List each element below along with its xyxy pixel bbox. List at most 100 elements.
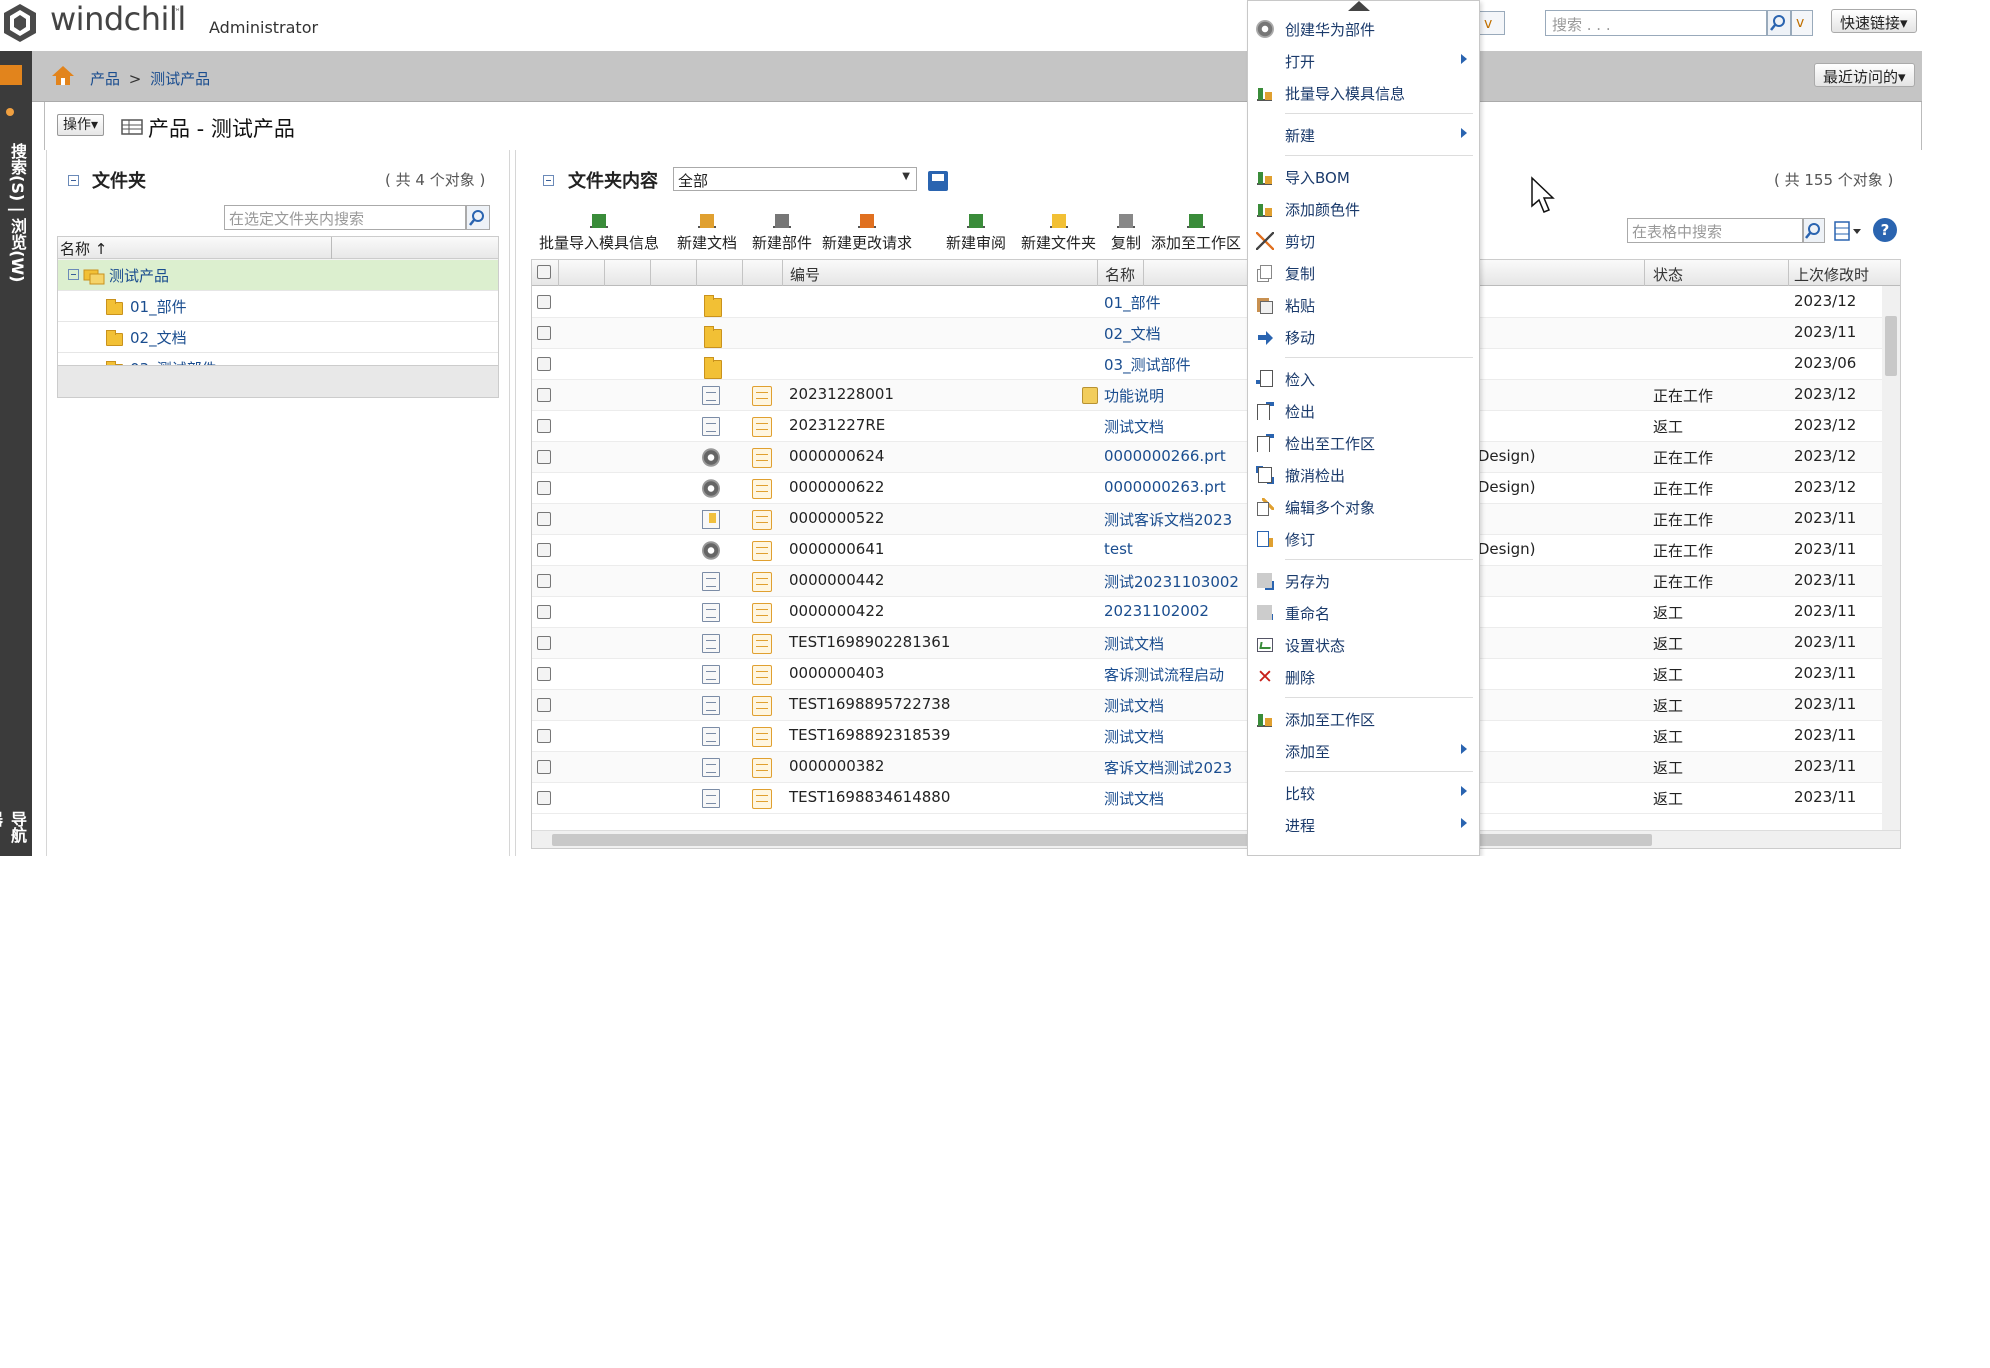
format-icon[interactable]	[752, 727, 772, 747]
global-search-input[interactable]: 搜索 . . .	[1545, 10, 1767, 36]
search-options-dropdown[interactable]: v	[1791, 10, 1813, 36]
table-row[interactable]: 01_部件 2023/12	[532, 287, 1884, 318]
cell-name-link[interactable]: 功能说明	[1104, 385, 1164, 406]
cell-name-link[interactable]: 02_文档	[1104, 323, 1161, 344]
table-row[interactable]: TEST1698895722738 测试文档 返工 2023/11	[532, 690, 1884, 721]
folder-search-input[interactable]: 在选定文件夹内搜索	[224, 205, 466, 230]
row-checkbox[interactable]	[537, 419, 551, 433]
table-row[interactable]: TEST1698902281361 测试文档 返工 2023/11	[532, 628, 1884, 659]
format-icon[interactable]	[752, 758, 772, 778]
home-icon[interactable]	[51, 64, 75, 86]
row-checkbox[interactable]	[537, 295, 551, 309]
row-checkbox[interactable]	[537, 698, 551, 712]
row-checkbox[interactable]	[537, 636, 551, 650]
breadcrumb-products[interactable]: 产品	[90, 70, 120, 88]
actions-menu-button[interactable]: 操作▾	[57, 114, 105, 136]
row-checkbox[interactable]	[537, 729, 551, 743]
table-view-icon[interactable]	[1833, 220, 1863, 242]
cell-name-link[interactable]: 测试文档	[1104, 695, 1164, 716]
recently-visited-button[interactable]: 最近访问的▾	[1814, 63, 1915, 87]
tree-node-label[interactable]: 02_文档	[130, 327, 187, 348]
context-menu-item[interactable]: 检出至工作区	[1248, 427, 1479, 459]
toolbar-button-2[interactable]: 新建部件	[752, 208, 812, 260]
cell-name-link[interactable]: 客诉测试流程启动	[1104, 664, 1224, 685]
table-row[interactable]: TEST1698834614880 测试文档 返工 2023/11	[532, 783, 1884, 814]
cell-name-link[interactable]: 测试文档	[1104, 726, 1164, 747]
tree-node-root[interactable]: 测试产品	[58, 260, 498, 291]
context-menu-item[interactable]: 添加颜色件	[1248, 193, 1479, 225]
row-checkbox[interactable]	[537, 667, 551, 681]
search-icon[interactable]	[466, 205, 490, 230]
context-menu-item[interactable]: 移动	[1248, 321, 1479, 353]
tree-node-label[interactable]: 01_部件	[130, 296, 187, 317]
windchill-logo-icon[interactable]	[0, 2, 40, 44]
cell-name-link[interactable]: 测试20231103002	[1104, 571, 1239, 592]
format-icon[interactable]	[752, 386, 772, 406]
context-menu-item[interactable]: 修订	[1248, 523, 1479, 555]
format-icon[interactable]	[752, 479, 772, 499]
scrollbar-thumb[interactable]	[1885, 316, 1897, 376]
row-checkbox[interactable]	[537, 791, 551, 805]
format-icon[interactable]	[752, 510, 772, 530]
format-icon[interactable]	[752, 417, 772, 437]
table-row[interactable]: 03_测试部件 2023/06	[532, 349, 1884, 380]
format-icon[interactable]	[752, 541, 772, 561]
horizontal-scrollbar[interactable]	[532, 830, 1900, 848]
toolbar-button-0[interactable]: 批量导入模具信息	[539, 208, 659, 260]
row-checkbox[interactable]	[537, 760, 551, 774]
expand-navigator-icon[interactable]	[0, 65, 22, 85]
row-checkbox[interactable]	[537, 481, 551, 495]
row-checkbox[interactable]	[537, 450, 551, 464]
table-row[interactable]: 0000000403 客诉测试流程启动 返工 2023/11	[532, 659, 1884, 690]
toolbar-button-6[interactable]: 复制	[1111, 208, 1141, 260]
row-checkbox[interactable]	[537, 605, 551, 619]
format-icon[interactable]	[752, 572, 772, 592]
context-menu-item[interactable]: 复制	[1248, 257, 1479, 289]
table-row[interactable]: 0000000442 测试20231103002 正在工作 2023/11	[532, 566, 1884, 597]
table-row[interactable]: TEST1698892318539 测试文档 返工 2023/11	[532, 721, 1884, 752]
tree-node-folder[interactable]: 02_文档	[58, 322, 498, 353]
row-checkbox[interactable]	[537, 388, 551, 402]
context-menu-item[interactable]: 编辑多个对象	[1248, 491, 1479, 523]
table-row[interactable]: 0000000522 测试客诉文档2023 正在工作 2023/11	[532, 504, 1884, 535]
table-row[interactable]: 0000000382 客诉文档测试2023 返工 2023/11	[532, 752, 1884, 783]
cell-name-link[interactable]: 0000000263.prt	[1104, 478, 1226, 496]
row-checkbox[interactable]	[537, 574, 551, 588]
help-icon[interactable]: ?	[1873, 218, 1897, 242]
context-menu-item[interactable]: 粘贴	[1248, 289, 1479, 321]
table-row[interactable]: 0000000624 0000000266.prt (Design) 正在工作 2023…	[532, 442, 1884, 473]
table-row[interactable]: 20231227RE 测试文档 返工 2023/12	[532, 411, 1884, 442]
cell-name-link[interactable]: 测试文档	[1104, 633, 1164, 654]
context-menu-item[interactable]: 撤消检出	[1248, 459, 1479, 491]
format-icon[interactable]	[752, 634, 772, 654]
context-menu-item[interactable]: 检出	[1248, 395, 1479, 427]
row-checkbox[interactable]	[537, 512, 551, 526]
search-icon[interactable]	[1803, 218, 1825, 243]
note-icon[interactable]	[1082, 387, 1098, 404]
search-icon[interactable]	[1767, 10, 1791, 36]
context-menu-item[interactable]: 新建	[1248, 119, 1479, 151]
column-number-header[interactable]: 编号	[790, 264, 820, 285]
navigator-tab[interactable]: 导航器	[0, 811, 29, 856]
cell-name-link[interactable]: 0000000266.prt	[1104, 447, 1226, 465]
current-user[interactable]: Administrator	[209, 18, 318, 37]
toolbar-button-1[interactable]: 新建文档	[677, 208, 737, 260]
cell-name-link[interactable]: test	[1104, 540, 1133, 558]
table-search-input[interactable]: 在表格中搜索	[1627, 218, 1803, 243]
context-menu-item[interactable]: ✕ 删除	[1248, 661, 1479, 693]
context-menu-item[interactable]: 添加至	[1248, 735, 1479, 767]
save-view-icon[interactable]	[928, 171, 948, 191]
folder-tree-header[interactable]: 名称 ↑	[58, 237, 498, 259]
context-menu-item[interactable]: 打开	[1248, 45, 1479, 77]
toolbar-button-5[interactable]: 新建文件夹	[1021, 208, 1096, 260]
breadcrumb-test-product[interactable]: 测试产品	[150, 70, 210, 88]
collapse-icon[interactable]	[68, 269, 79, 280]
cell-name-link[interactable]: 20231102002	[1104, 602, 1209, 620]
row-checkbox[interactable]	[537, 357, 551, 371]
format-icon[interactable]	[752, 603, 772, 623]
row-checkbox[interactable]	[537, 326, 551, 340]
scroll-up-arrow-icon[interactable]	[1348, 1, 1370, 11]
table-row[interactable]: 20231228001 功能说明 正在工作 2023/12	[532, 380, 1884, 411]
column-name-header[interactable]: 名称	[1105, 264, 1135, 285]
context-menu-item[interactable]: 添加至工作区	[1248, 703, 1479, 735]
